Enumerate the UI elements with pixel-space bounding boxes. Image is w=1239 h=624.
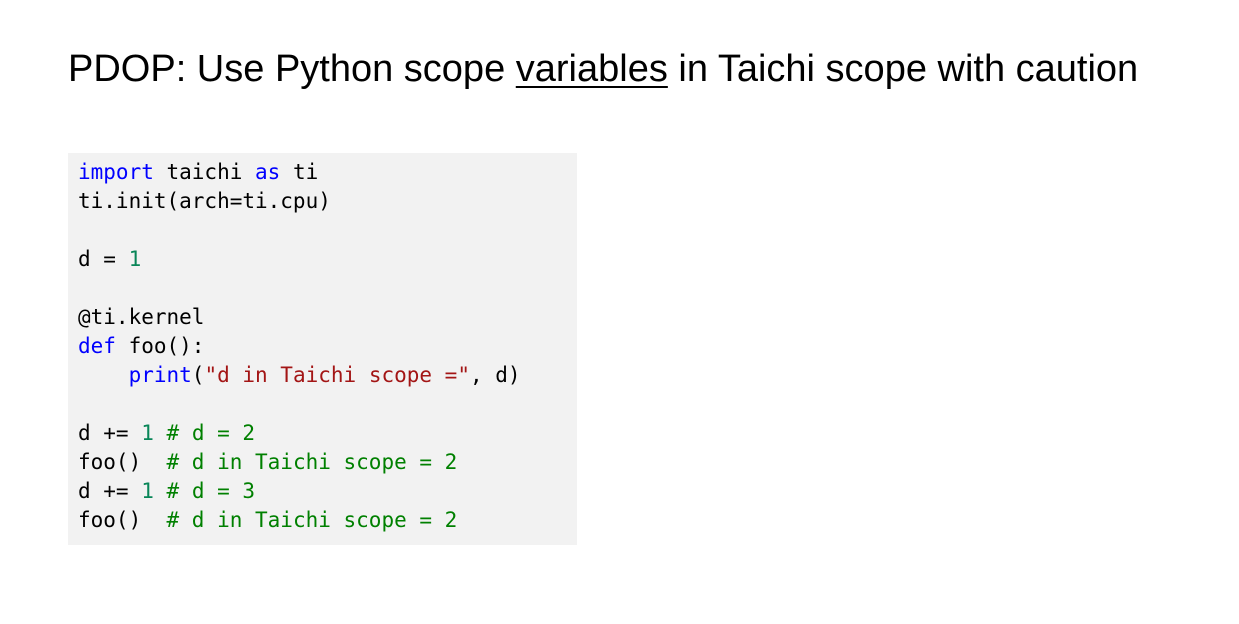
code-text: foo() [78, 450, 167, 474]
code-comment: # d = 3 [166, 479, 256, 503]
code-text: foo(): [115, 334, 205, 358]
number-literal: 1 [141, 421, 154, 445]
code-line-call-1: foo() # d in Taichi scope = 2 [78, 448, 577, 477]
code-text: ( [191, 363, 205, 387]
code-text: d += [78, 421, 142, 445]
code-block: import taichi as ti ti.init(arch=ti.cpu)… [68, 153, 577, 545]
number-literal: 1 [141, 479, 154, 503]
code-line-import: import taichi as ti [78, 158, 577, 187]
code-line-increment-2: d += 1 # d = 3 [78, 477, 577, 506]
code-line-print: print("d in Taichi scope =", d) [78, 361, 577, 390]
string-literal: "d in Taichi scope =" [204, 363, 470, 387]
code-comment: # d in Taichi scope = 2 [166, 450, 458, 474]
code-text: d = [78, 247, 129, 271]
keyword-as: as [255, 160, 281, 184]
code-text: ti [280, 160, 319, 184]
code-comment: # d in Taichi scope = 2 [166, 508, 458, 532]
keyword-import: import [78, 160, 154, 184]
code-line-assign-d: d = 1 [78, 245, 577, 274]
code-text: ti.init(arch=ti.cpu) [78, 189, 331, 213]
code-line-call-2: foo() # d in Taichi scope = 2 [78, 506, 577, 535]
code-text: @ti.kernel [78, 305, 205, 329]
code-line-def: def foo(): [78, 332, 577, 361]
code-comment: # d = 2 [166, 421, 256, 445]
code-text: , d) [469, 363, 521, 387]
code-line-increment-1: d += 1 # d = 2 [78, 419, 577, 448]
number-literal: 1 [128, 247, 142, 271]
code-text: taichi [153, 160, 256, 184]
title-underlined-word: variables [515, 48, 668, 90]
keyword-print: print [128, 363, 192, 387]
slide-title: PDOP: Use Python scope variables in Taic… [68, 44, 1138, 94]
code-text: d += [78, 479, 142, 503]
code-line-decorator: @ti.kernel [78, 303, 577, 332]
title-prefix: PDOP: Use Python scope [68, 48, 516, 90]
keyword-def: def [78, 334, 116, 358]
title-suffix: in Taichi scope with caution [667, 48, 1139, 90]
code-line-init: ti.init(arch=ti.cpu) [78, 187, 577, 216]
code-text: foo() [78, 508, 167, 532]
